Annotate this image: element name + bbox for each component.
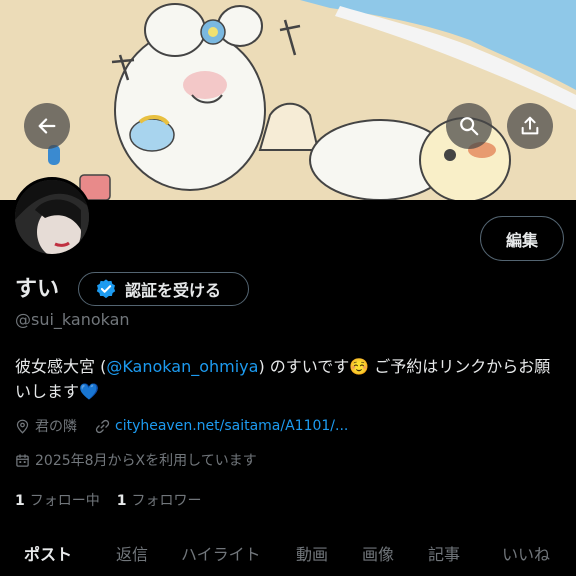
followers-label: フォロワー [131, 493, 202, 509]
following-label: フォロー中 [29, 493, 100, 509]
link-icon [95, 419, 110, 433]
get-verified-label: 認証を受ける [125, 281, 222, 300]
location-pin-icon [16, 419, 29, 434]
tab-posts[interactable]: ポスト [24, 541, 72, 565]
bio-mention-link[interactable]: @Kanokan_ohmiya [106, 357, 258, 376]
tab-likes[interactable]: いいね [502, 541, 550, 565]
edit-profile-label: 編集 [505, 230, 538, 250]
arrow-left-icon [38, 118, 56, 134]
get-verified-button[interactable]: 認証を受ける [78, 272, 249, 306]
avatar[interactable] [12, 177, 92, 257]
search-icon [460, 117, 479, 136]
profile-name: すい [15, 277, 60, 302]
avatar-photo [15, 180, 89, 254]
profile-bio: 彼女感大宮 (@Kanokan_ohmiya) のすいです☺️ ご予約はリンクか… [15, 354, 565, 404]
tab-highlights[interactable]: ハイライト [181, 541, 261, 565]
profile-joined-date: 2025年8月からXを利用しています [35, 453, 257, 469]
profile-website-link[interactable]: cityheaven.net/saitama/A1101/... [115, 418, 348, 434]
search-button[interactable] [446, 103, 492, 149]
tab-articles[interactable]: 記事 [428, 541, 460, 565]
followers-count: 1 [116, 493, 127, 509]
following-link[interactable]: 1 フォロー中 [15, 490, 100, 510]
calendar-icon [16, 453, 29, 467]
profile-handle: @sui_kanokan [15, 310, 130, 329]
profile-location: 君の隣 [35, 419, 77, 435]
back-button[interactable] [24, 103, 70, 149]
tab-images[interactable]: 画像 [362, 541, 394, 565]
profile-joined-row: 2025年8月からXを利用しています [15, 450, 257, 470]
tab-replies[interactable]: 返信 [116, 541, 148, 565]
followers-link[interactable]: 1 フォロワー [117, 490, 202, 510]
banner-illustration [0, 0, 576, 200]
tab-videos[interactable]: 動画 [296, 541, 328, 565]
profile-meta-row: 君の隣 cityheaven.net/saitama/A1101/... [15, 416, 348, 436]
follow-stats: 1 フォロー中 1 フォロワー [15, 490, 202, 510]
share-button[interactable] [507, 103, 553, 149]
share-icon [521, 116, 539, 135]
bio-text-prefix: 彼女感大宮 ( [15, 357, 107, 376]
following-count: 1 [15, 493, 25, 509]
verified-badge-icon [96, 279, 116, 299]
profile-tabs: ポスト 返信 ハイライト 動画 画像 記事 いいね [0, 533, 576, 576]
profile-banner[interactable] [0, 0, 576, 200]
edit-profile-button[interactable]: 編集 [480, 216, 564, 261]
